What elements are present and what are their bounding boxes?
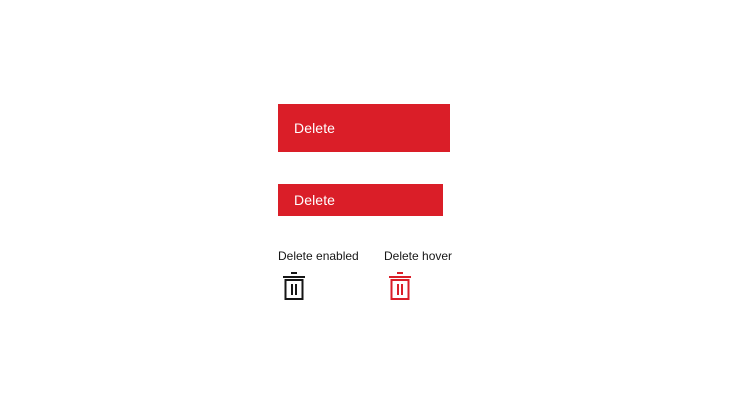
trash-icon <box>283 272 305 300</box>
delete-hover-caption: Delete hover <box>384 249 453 263</box>
delete-button-small[interactable]: Delete <box>278 184 443 216</box>
delete-icon-button-hover[interactable] <box>384 270 416 302</box>
canvas: Delete Delete Delete enabled Delete hove… <box>0 0 730 407</box>
delete-icon-button-enabled[interactable] <box>278 270 310 302</box>
delete-enabled-caption: Delete enabled <box>278 249 359 263</box>
trash-icon <box>389 272 411 300</box>
delete-button-large[interactable]: Delete <box>278 104 450 152</box>
